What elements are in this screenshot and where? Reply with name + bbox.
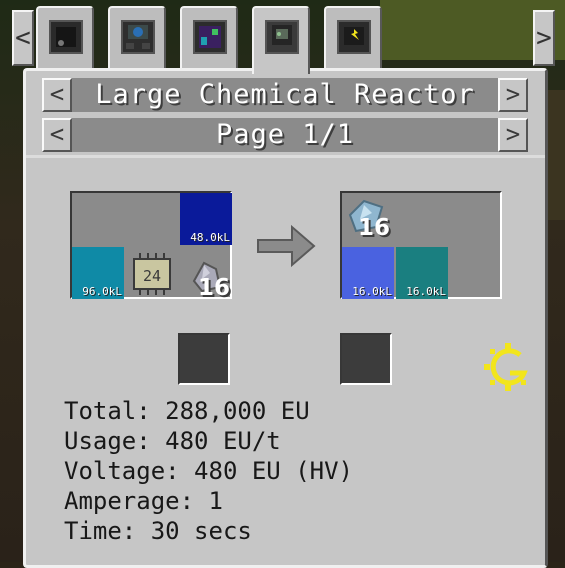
machine-next-button[interactable]: > [498, 78, 528, 112]
tabs-prev-button[interactable]: < [12, 10, 34, 66]
item-count: 16 [197, 275, 230, 301]
page-bar: < Page 1/1 > [42, 118, 528, 152]
electrolyzer-icon [337, 20, 371, 54]
output-fluid-slot-b[interactable]: 16.0kL [396, 247, 448, 299]
assembler-icon [121, 20, 155, 54]
machine-title: Large Chemical Reactor [95, 79, 475, 110]
tabs-next-button[interactable]: > [533, 10, 555, 66]
fluid-amount: 48.0kL [190, 231, 230, 244]
input-fluid-slot-blue[interactable]: 48.0kL [180, 193, 232, 245]
programmed-circuit-icon: 24 [133, 253, 171, 295]
gregtech-logo-icon [484, 343, 528, 391]
circuit-machine-icon [193, 20, 227, 54]
input-grid: 48.0kL 96.0kL 24 16 [70, 191, 232, 301]
panel-divider [26, 155, 545, 158]
input-fluid-slot-cyan[interactable]: 96.0kL [72, 247, 124, 299]
machine-hull-icon [49, 20, 83, 54]
tab-machine-2[interactable] [108, 6, 166, 68]
voltage-text: Voltage: 480 EU (HV) [64, 457, 353, 485]
special-input-slot[interactable] [178, 333, 230, 385]
fluid-amount: 16.0kL [406, 285, 446, 298]
output-grid: 16 16.0kL 16.0kL [340, 191, 502, 299]
fluid-amount: 16.0kL [352, 285, 392, 298]
tab-machine-5[interactable] [324, 6, 382, 68]
right-arrow-icon [257, 224, 316, 268]
output-fluid-slot-a[interactable]: 16.0kL [342, 247, 394, 299]
amperage-text: Amperage: 1 [64, 487, 223, 515]
input-dust-slot[interactable]: 16 [180, 247, 232, 301]
input-circuit-slot[interactable]: 24 [126, 247, 178, 299]
tab-machine-3[interactable] [180, 6, 238, 68]
time-text: Time: 30 secs [64, 517, 252, 545]
item-count: 16 [358, 215, 391, 241]
machine-title-bar: < Large Chemical Reactor > [42, 78, 528, 112]
fluid-amount: 96.0kL [82, 285, 122, 298]
usage-text: Usage: 480 EU/t [64, 427, 281, 455]
tab-machine-4[interactable] [252, 6, 310, 74]
chemical-reactor-icon [265, 20, 299, 54]
special-output-slot[interactable] [340, 333, 392, 385]
recipe-panel: < Large Chemical Reactor > < Page 1/1 > … [23, 68, 548, 568]
page-next-button[interactable]: > [498, 118, 528, 152]
tab-machine-1[interactable] [36, 6, 94, 68]
page-indicator: Page 1/1 [215, 119, 355, 150]
total-eu-text: Total: 288,000 EU [64, 397, 310, 425]
recipe-info: Total: 288,000 EU Usage: 480 EU/t Voltag… [64, 396, 353, 546]
output-item-slot[interactable]: 16 [342, 193, 394, 245]
circuit-number: 24 [143, 267, 161, 285]
